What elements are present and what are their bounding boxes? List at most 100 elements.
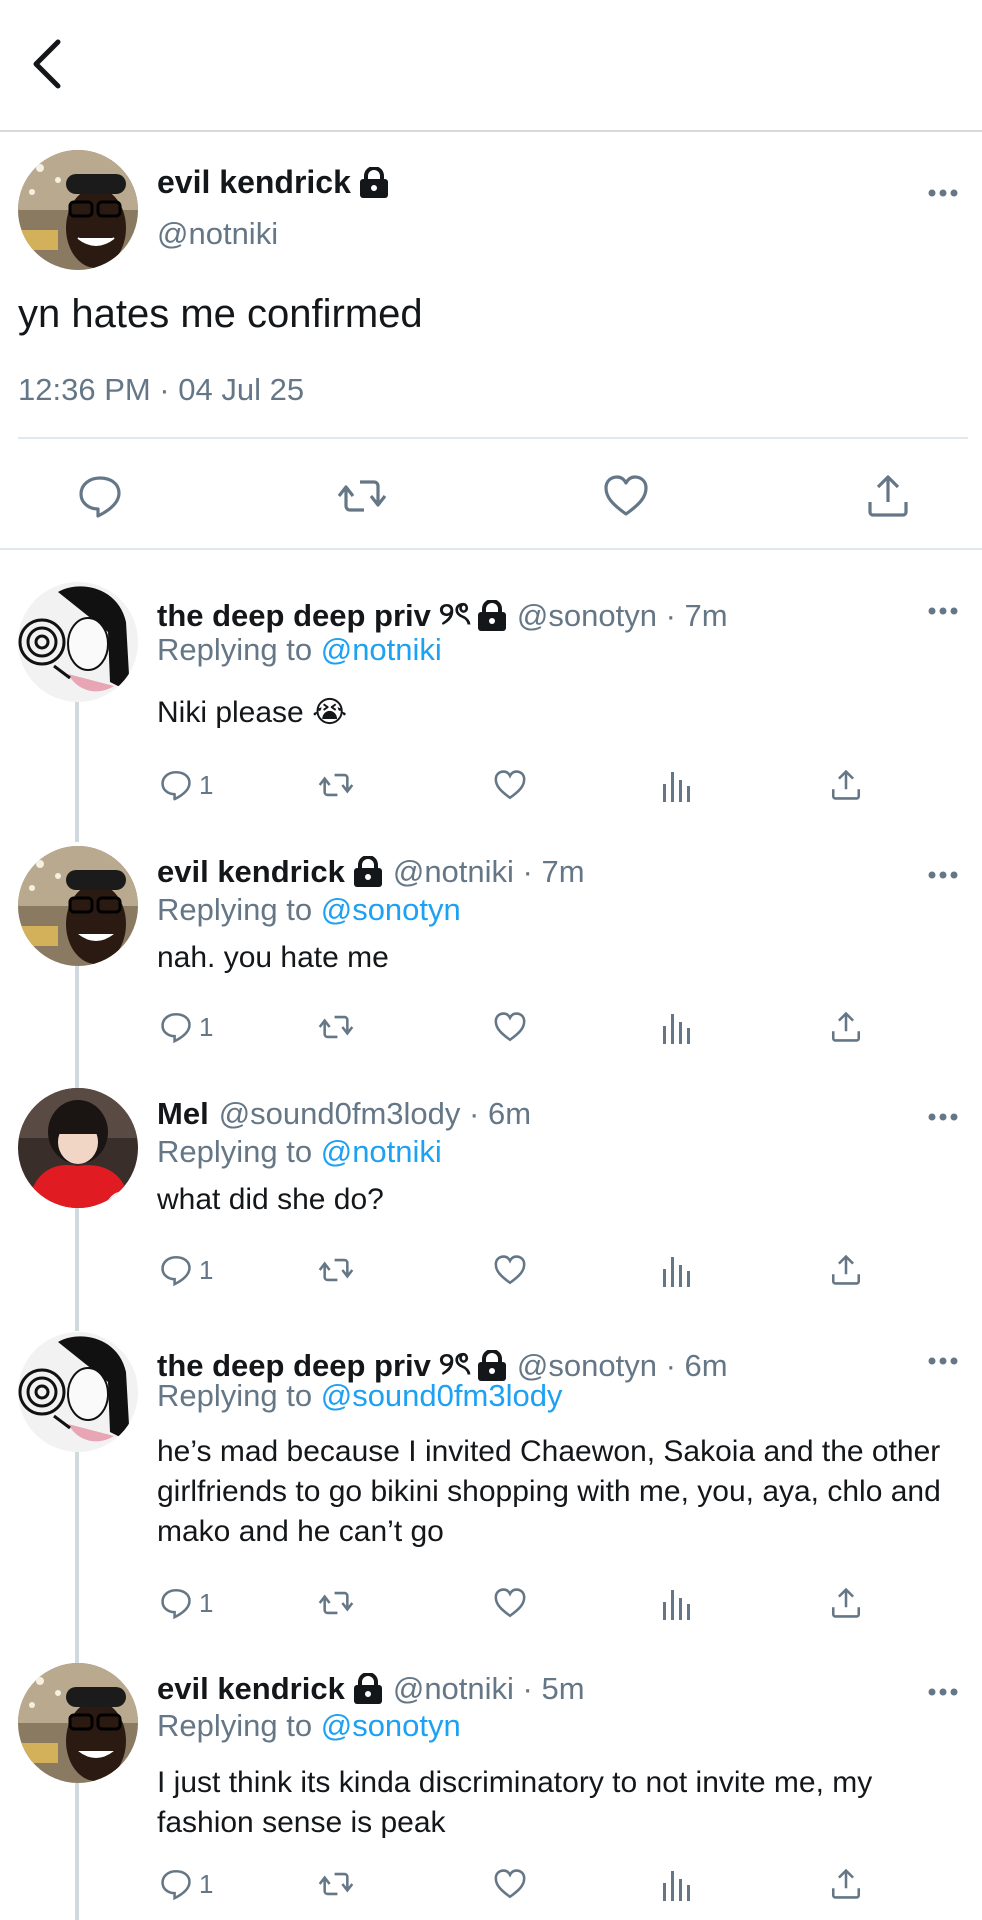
share-button[interactable] xyxy=(829,1862,863,1906)
share-button[interactable] xyxy=(829,1005,863,1049)
mention-link[interactable]: @notniki xyxy=(321,1134,442,1169)
like-icon xyxy=(494,1012,526,1042)
reply-tweet[interactable]: Mel @sound0fm3lody · 6m Replying to @not… xyxy=(0,1088,982,1288)
reply-count: 1 xyxy=(199,769,214,800)
reply-button[interactable]: 1 xyxy=(159,1581,213,1625)
replying-to: Replying to @notniki xyxy=(157,1134,442,1170)
avatar[interactable] xyxy=(18,1088,138,1208)
mention-link[interactable]: @sound0fm3lody xyxy=(321,1378,563,1413)
reply-icon xyxy=(79,476,121,518)
reply-meta: @sonotyn · 7m xyxy=(516,598,728,633)
reply-button[interactable]: 1 xyxy=(159,1005,213,1049)
like-button[interactable] xyxy=(492,1005,528,1049)
retweet-button[interactable] xyxy=(317,1862,355,1906)
replying-prefix: Replying to xyxy=(157,632,321,667)
analytics-icon xyxy=(663,1257,690,1287)
author-handle[interactable]: @notniki xyxy=(157,216,278,252)
avatar[interactable] xyxy=(18,150,138,270)
like-button[interactable] xyxy=(602,472,650,520)
more-button[interactable] xyxy=(928,1108,958,1126)
share-button[interactable] xyxy=(829,763,863,807)
back-button[interactable] xyxy=(28,38,68,90)
reply-author-name[interactable]: evil kendrick xyxy=(157,1671,345,1707)
more-button[interactable] xyxy=(928,1352,958,1370)
reply-button[interactable]: 1 xyxy=(159,1862,213,1906)
tweet-actions xyxy=(0,472,982,542)
reply-text: what did she do? xyxy=(157,1183,384,1216)
share-icon xyxy=(868,475,908,517)
author-name[interactable]: evil kendrick xyxy=(157,164,389,201)
back-chevron-icon xyxy=(33,39,61,89)
share-button[interactable] xyxy=(829,1581,863,1625)
reply-button[interactable]: 1 xyxy=(159,1248,213,1292)
like-button[interactable] xyxy=(492,1581,528,1625)
retweet-icon xyxy=(318,1258,354,1282)
retweet-button[interactable] xyxy=(317,763,355,807)
more-button[interactable] xyxy=(928,602,958,620)
avatar[interactable] xyxy=(18,1332,138,1452)
like-button[interactable] xyxy=(492,1248,528,1292)
analytics-button[interactable] xyxy=(662,1581,692,1625)
like-button[interactable] xyxy=(492,763,528,807)
reply-count: 1 xyxy=(199,1011,214,1042)
share-icon xyxy=(831,1254,861,1285)
author-name-text: evil kendrick xyxy=(157,164,351,200)
analytics-icon xyxy=(663,1014,690,1044)
like-button[interactable] xyxy=(492,1862,528,1906)
reply-actions: 1 xyxy=(157,1248,917,1292)
analytics-button[interactable] xyxy=(662,763,692,807)
reply-header: evil kendrick @notniki · 5m xyxy=(157,1671,585,1707)
mention-link[interactable]: @notniki xyxy=(321,632,442,667)
retweet-icon xyxy=(318,1872,354,1896)
more-button[interactable] xyxy=(928,1683,958,1701)
avatar[interactable] xyxy=(18,582,138,702)
lock-icon xyxy=(353,1673,383,1705)
replying-prefix: Replying to xyxy=(157,892,321,927)
reply-author-name[interactable]: the deep deep priv xyxy=(157,598,431,634)
reply-actions: 1 xyxy=(157,763,917,807)
reply-author-name[interactable]: evil kendrick xyxy=(157,854,345,890)
mention-link[interactable]: @sonotyn xyxy=(321,892,461,927)
tweet-timestamp: 12:36 PM · 04 Jul 25 xyxy=(18,372,305,407)
more-icon xyxy=(928,607,958,615)
retweet-button[interactable] xyxy=(336,472,387,520)
analytics-button[interactable] xyxy=(662,1862,692,1906)
retweet-button[interactable] xyxy=(317,1248,355,1292)
like-icon xyxy=(494,770,526,800)
reply-tweet[interactable]: the deep deep priv ୨ৎ @sonotyn · 7m Repl… xyxy=(0,582,982,802)
lock-icon xyxy=(359,166,389,199)
share-button[interactable] xyxy=(864,472,912,520)
retweet-button[interactable] xyxy=(317,1005,355,1049)
avatar[interactable] xyxy=(18,1663,138,1783)
analytics-button[interactable] xyxy=(662,1005,692,1049)
reply-author-name[interactable]: Mel xyxy=(157,1096,209,1132)
reply-text: nah. you hate me xyxy=(157,941,389,974)
retweet-icon xyxy=(318,773,354,797)
top-bar xyxy=(0,0,982,132)
reply-icon xyxy=(161,1869,191,1901)
reply-tweet[interactable]: evil kendrick @notniki · 7m Replying to … xyxy=(0,846,982,1046)
more-button[interactable] xyxy=(928,184,958,202)
more-button[interactable] xyxy=(928,866,958,884)
analytics-icon xyxy=(663,1871,690,1901)
reply-button[interactable] xyxy=(76,472,124,520)
lock-icon xyxy=(477,600,507,632)
reply-tweet[interactable]: the deep deep priv ୨ৎ @sonotyn · 6m Repl… xyxy=(0,1332,982,1632)
reply-tweet[interactable]: evil kendrick @notniki · 5m Replying to … xyxy=(0,1663,982,1920)
reply-text: Niki please 😭 xyxy=(157,696,348,729)
mention-link[interactable]: @sonotyn xyxy=(321,1708,461,1743)
avatar[interactable] xyxy=(18,846,138,966)
more-icon xyxy=(928,1688,958,1696)
share-button[interactable] xyxy=(829,1248,863,1292)
reply-meta: @notniki · 7m xyxy=(392,854,585,889)
replying-to: Replying to @sound0fm3lody xyxy=(157,1378,562,1414)
retweet-button[interactable] xyxy=(317,1581,355,1625)
reply-actions: 1 xyxy=(157,1862,917,1906)
replying-to: Replying to @sonotyn xyxy=(157,892,461,928)
reply-header: Mel @sound0fm3lody · 6m xyxy=(157,1096,531,1132)
like-icon xyxy=(494,1588,526,1618)
reply-meta: @sound0fm3lody · 6m xyxy=(218,1096,532,1131)
reply-button[interactable]: 1 xyxy=(159,763,213,807)
analytics-button[interactable] xyxy=(662,1248,692,1292)
reply-icon xyxy=(161,1012,191,1044)
